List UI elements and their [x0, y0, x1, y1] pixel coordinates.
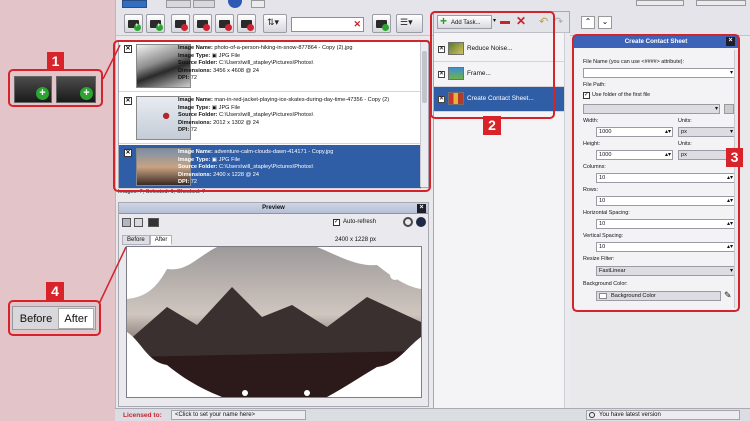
before-zoom-label: Before: [15, 310, 57, 328]
callout-box-1: [113, 40, 431, 192]
add-images-button[interactable]: +: [124, 14, 143, 33]
remove-image-button[interactable]: [171, 14, 190, 33]
top-button-right-2[interactable]: [696, 0, 746, 6]
callout-number-4: 4: [46, 282, 64, 301]
callout-leader-4: [98, 246, 127, 305]
sort-button[interactable]: ⇅▾: [263, 14, 287, 33]
sort-icon: ⇅▾: [267, 17, 280, 27]
info-icon: [589, 412, 595, 418]
preview-pane: Preview × ✓ Auto-refresh Before After 240…: [118, 202, 429, 407]
callout-number-3: 3: [726, 148, 743, 167]
redo-icon[interactable]: ↷: [554, 15, 563, 28]
zoom-icon[interactable]: [122, 218, 131, 227]
preview-size: 2400 x 1228 px: [335, 237, 377, 243]
top-button-right-1[interactable]: [636, 0, 684, 6]
close-icon[interactable]: ×: [417, 204, 426, 213]
options-icon[interactable]: [228, 0, 242, 8]
preview-title: Preview: [262, 205, 285, 211]
view-mode-button[interactable]: ☰▾: [396, 14, 423, 33]
add-images-zoom-icon: +: [14, 76, 52, 103]
search-box[interactable]: ✕: [291, 17, 364, 32]
move-up-icon[interactable]: ⌃: [581, 16, 595, 29]
hand-icon[interactable]: [134, 218, 143, 227]
play-icon[interactable]: [122, 0, 147, 8]
refresh-icon[interactable]: [403, 217, 413, 227]
preview-image: [126, 246, 422, 398]
callout-box-2: [430, 11, 555, 119]
plus-icon: +: [36, 87, 49, 100]
color-wheel-icon[interactable]: [416, 217, 426, 227]
auto-refresh-checkbox[interactable]: ✓: [333, 219, 340, 226]
callout-box-3: [572, 34, 740, 312]
list-view-icon: ☰▾: [400, 17, 413, 27]
filter-button[interactable]: [372, 14, 391, 33]
task-scrollbar[interactable]: [564, 33, 570, 409]
preview-artwork: [127, 247, 421, 397]
callout-number-1: 1: [47, 52, 64, 70]
remove-folder-button[interactable]: [193, 14, 212, 33]
tab-after[interactable]: After: [149, 235, 173, 245]
add-folder-zoom-icon: +: [56, 76, 96, 103]
before-after-zoom: Before After: [12, 306, 96, 330]
help-icon[interactable]: [251, 0, 265, 8]
search-input[interactable]: [292, 18, 352, 31]
license-name-field[interactable]: <Click to set your name here>: [171, 410, 306, 420]
auto-refresh-label: Auto-refresh: [343, 219, 377, 225]
callout-number-2: 2: [483, 116, 501, 135]
version-text: You have latest version: [599, 412, 661, 418]
preview-header: Preview ×: [119, 203, 428, 214]
version-status: You have latest version: [586, 410, 740, 420]
after-zoom-label: After: [58, 308, 94, 329]
remove-checked-button[interactable]: [237, 14, 256, 33]
open-icon[interactable]: [166, 0, 191, 8]
remove-all-button[interactable]: [215, 14, 234, 33]
licensed-label: Licensed to:: [123, 412, 162, 419]
callout-leader-1: [102, 44, 121, 80]
add-folder-button[interactable]: +: [146, 14, 165, 33]
plus-icon: +: [80, 87, 93, 100]
move-down-icon[interactable]: ⌄: [598, 16, 612, 29]
image-icon[interactable]: [148, 218, 159, 227]
save-icon[interactable]: [193, 0, 215, 8]
clear-search-icon[interactable]: ✕: [353, 19, 361, 30]
